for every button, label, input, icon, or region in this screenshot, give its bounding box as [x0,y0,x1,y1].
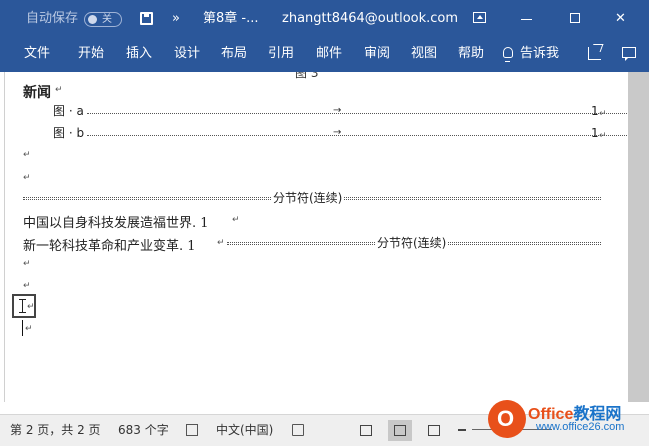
toc-entry-page: 1 [591,126,599,140]
share-icon[interactable] [588,47,601,60]
tab-home[interactable]: 开始 [78,38,104,72]
tab-insert[interactable]: 插入 [126,38,152,72]
autosave-state: 关 [102,14,112,25]
comment-icon[interactable] [622,47,636,61]
paragraph-mark: ↵ [23,173,31,183]
section-break-label: 分节符(连续) [375,236,449,250]
document-title: 第8章 -... [203,11,259,26]
word-count[interactable]: 683 个字 [118,415,169,446]
page-title-fragment: 图 3 [295,72,319,80]
read-mode-icon [360,425,372,436]
macro-record-icon[interactable] [292,424,304,436]
close-button[interactable]: ✕ [615,0,626,38]
read-mode-button[interactable] [354,420,378,441]
tab-design[interactable]: 设计 [174,38,200,72]
tab-leader [87,113,629,114]
minimize-button[interactable] [521,19,532,20]
accessibility-icon[interactable] [186,424,198,436]
paragraph-mark: ↵ [23,259,31,269]
paragraph-mark: ↵ [599,131,607,141]
site-watermark-logo: O Office教程网 www.office26.com [484,400,644,445]
body-line: 中国以自身科技发展造福世界. 1 [23,216,209,231]
quick-access-more-icon[interactable]: » [172,0,180,38]
tab-arrow: → [333,105,342,116]
watermark-url: www.office26.com [536,421,625,433]
tab-view[interactable]: 视图 [411,38,437,72]
tab-layout[interactable]: 布局 [221,38,247,72]
text-caret [22,320,23,336]
paragraph-mark: ↵ [232,215,240,225]
toc-entry[interactable]: 图 · a → 1 ↵ [53,103,629,119]
tell-me-search[interactable]: 告诉我 [520,38,559,72]
vertical-scrollbar[interactable] [628,72,649,402]
web-layout-button[interactable] [422,420,446,441]
tab-help[interactable]: 帮助 [458,38,484,72]
paragraph-mark: ↵ [217,238,225,248]
ribbon-display-options-icon[interactable] [473,12,486,23]
heading: 新闻 [23,85,51,101]
autosave-label: 自动保存 [26,11,79,26]
document-canvas[interactable]: 图 3 新闻 ↵ 图 · a → 1 ↵ 图 · b → 1 ↵ ↵ ↵ 分节符… [4,72,629,402]
autosave-toggle[interactable]: 关 [84,12,122,27]
paragraph-mark: ↵ [27,302,35,312]
tab-leader [87,135,629,136]
tab-file[interactable]: 文件 [24,38,50,72]
toc-entry-label: 图 · b [53,126,85,140]
paragraph-mark: ↵ [599,109,607,119]
toc-entry[interactable]: 图 · b → 1 ↵ [53,125,629,141]
save-icon[interactable] [140,12,153,25]
ribbon-tabs: 文件 开始 插入 设计 布局 引用 邮件 审阅 视图 帮助 告诉我 [0,38,649,72]
body-line: 新一轮科技革命和产业变革. 1 [23,239,196,254]
account-name[interactable]: zhangtt8464@outlook.com [282,0,458,38]
tab-references[interactable]: 引用 [268,38,294,72]
paragraph-mark: ↵ [55,85,63,95]
tab-arrow: → [333,127,342,138]
toggle-knob [88,15,97,24]
web-layout-icon [428,425,440,436]
maximize-button[interactable] [570,13,580,23]
zoom-out-button[interactable] [458,429,466,431]
page-info[interactable]: 第 2 页，共 2 页 [10,415,101,446]
title-bar: 自动保存 关 » 第8章 -... zhangtt8464@outlook.co… [0,0,649,38]
toc-entry-label: 图 · a [53,104,84,118]
paragraph-mark: ↵ [25,324,33,334]
print-layout-button[interactable] [388,420,412,441]
toc-entry-page: 1 [591,104,599,118]
lightbulb-icon[interactable] [503,47,513,62]
section-break-label: 分节符(连续) [271,191,345,205]
paragraph-mark: ↵ [23,281,31,291]
print-layout-icon [394,425,406,436]
tab-review[interactable]: 审阅 [364,38,390,72]
language[interactable]: 中文(中国) [216,415,273,446]
tab-mailings[interactable]: 邮件 [316,38,342,72]
paragraph-mark: ↵ [23,150,31,160]
office-logo-icon: O [488,400,526,438]
